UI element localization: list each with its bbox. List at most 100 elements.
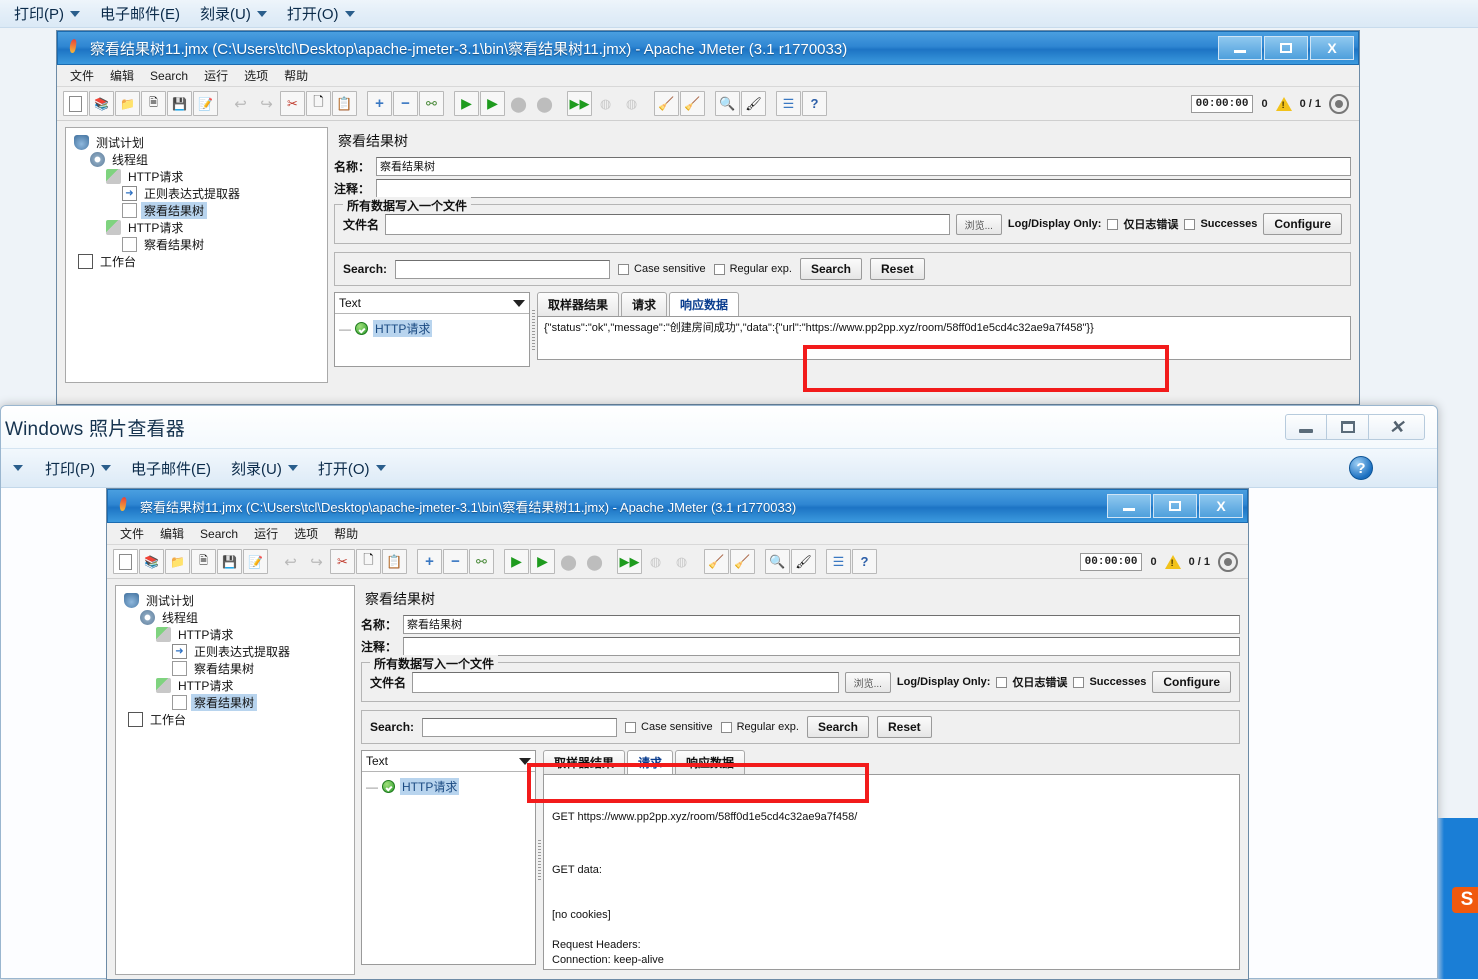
tab-response-data-bottom[interactable]: 响应数据 [675,750,746,774]
help-icon[interactable]: ? [852,549,877,574]
menu-help-top[interactable]: 帮助 [277,65,315,86]
configure-button-top[interactable]: Configure [1263,213,1342,235]
successes-box[interactable] [1073,676,1085,688]
sample-result-row-top[interactable]: — HTTP请求 [335,314,529,343]
minimize-button-top[interactable] [1218,36,1262,60]
tab-request-top[interactable]: 请求 [621,292,668,316]
tree-item[interactable]: ➜ 正则表达式提取器 [118,643,352,660]
errors-only-checkbox-bottom[interactable]: 仅日志错误 [996,674,1067,690]
maximize-button-photoviewer[interactable] [1327,414,1369,440]
chevron-down-icon[interactable] [513,299,525,307]
menu-help-bottom[interactable]: 帮助 [327,523,365,544]
chevron-down-icon[interactable] [519,757,531,765]
tree-item[interactable]: HTTP请求 [118,677,352,694]
test-plan-tree-top[interactable]: 测试计划 线程组 HTTP请求 ➜ 正则表达式提取器 察看结果树 HTTP请求 [65,127,328,383]
regular-exp-checkbox-bottom[interactable]: Regular exp. [720,721,799,733]
search-input-bottom[interactable] [422,717,618,737]
browse-button-bottom[interactable]: 浏览... [844,671,891,693]
filename-input-top[interactable] [385,213,950,235]
toolbar-item-burn[interactable]: 刻录(U) [221,456,308,481]
toolbar-item-open[interactable]: 打开(O) [308,456,396,481]
help-icon[interactable]: ? [802,91,827,116]
menu-file-bottom[interactable]: 文件 [113,523,151,544]
sample-result-row-bottom[interactable]: — HTTP请求 [362,772,535,801]
tab-sampler-result-bottom[interactable]: 取样器结果 [543,750,626,774]
clear-icon[interactable]: 🧹 [654,91,679,116]
tree-item[interactable]: HTTP请求 [118,626,352,643]
paste-icon[interactable]: 📋 [382,549,407,574]
scope-icon[interactable] [1329,93,1349,114]
request-data-text-bottom[interactable]: GET https://www.pp2pp.xyz/room/58ff0d1e5… [543,774,1240,970]
toolbar-item-print-top[interactable]: 打印(P) [4,1,90,26]
jmeter-titlebar-bottom[interactable]: 察看结果树11.jmx (C:\Users\tcl\Desktop\apache… [107,489,1248,523]
results-splitter-bottom[interactable] [536,750,543,970]
expand-icon[interactable]: + [417,549,442,574]
search-button-top[interactable]: Search [799,258,862,280]
close-icon[interactable]: 🗎 [141,91,166,116]
response-data-text-top[interactable]: {"status":"ok","message":"创建房间成功","data"… [537,316,1351,360]
start-icon[interactable]: ▶ [454,91,479,116]
successes-checkbox-top[interactable]: Successes [1184,218,1257,230]
render-selector-top[interactable]: Text [335,293,529,314]
toggle-icon[interactable]: ⚯ [419,91,444,116]
menu-options-bottom[interactable]: 选项 [287,523,325,544]
open-icon[interactable]: 📁 [115,91,140,116]
search-input-top[interactable] [395,259,611,279]
toolbar-item-print[interactable]: 打印(P) [35,456,121,481]
menu-search-top[interactable]: Search [143,67,195,85]
expand-icon[interactable]: + [367,91,392,116]
start-icon[interactable]: ▶ [504,549,529,574]
tree-item[interactable]: HTTP请求 [68,168,325,185]
start-no-pauses-icon[interactable]: ▶ [480,91,505,116]
case-sensitive-box[interactable] [618,263,630,275]
templates-icon[interactable]: 📚 [139,549,164,574]
reset-button-bottom[interactable]: Reset [876,716,932,738]
menu-edit-top[interactable]: 编辑 [103,65,141,86]
tree-item[interactable]: 察看结果树 [68,236,325,253]
filename-input-bottom[interactable] [412,671,839,693]
minimize-button-bottom[interactable] [1107,494,1151,518]
menu-run-top[interactable]: 运行 [197,65,235,86]
warning-triangle-icon[interactable] [1164,554,1181,569]
search-reset-icon[interactable]: 🖌 [741,91,766,116]
close-button-photoviewer[interactable]: ✕ [1369,414,1425,440]
test-plan-tree-bottom[interactable]: 测试计划 线程组 HTTP请求 ➜ 正则表达式提取器 察看结果树 HTTP请求 … [115,585,355,975]
reset-button-top[interactable]: Reset [869,258,925,280]
function-helper-icon[interactable]: ☰ [826,549,851,574]
new-icon[interactable] [63,91,88,116]
regular-exp-box[interactable] [720,721,732,733]
tree-item-selected[interactable]: 察看结果树 [68,202,325,219]
browse-button-top[interactable]: 浏览... [955,213,1002,235]
remote-start-all-icon[interactable]: ▶▶ [617,549,642,574]
help-icon[interactable]: ? [1349,456,1373,480]
maximize-button-bottom[interactable] [1153,494,1197,518]
new-icon[interactable] [113,549,138,574]
clear-all-icon[interactable]: 🧹 [680,91,705,116]
remote-start-all-icon[interactable]: ▶▶ [567,91,592,116]
function-helper-icon[interactable]: ☰ [776,91,801,116]
toolbar-item-open-top[interactable]: 打开(O) [277,1,365,26]
case-sensitive-checkbox-bottom[interactable]: Case sensitive [625,721,713,733]
toolbar-item-burn-top[interactable]: 刻录(U) [190,1,277,26]
save-icon[interactable]: 💾 [167,91,192,116]
errors-only-box[interactable] [996,676,1008,688]
regular-exp-checkbox-top[interactable]: Regular exp. [713,263,792,275]
toolbar-item-email[interactable]: 电子邮件(E) [121,456,221,481]
results-sample-list-top[interactable]: Text — HTTP请求 [334,292,530,367]
maximize-button-top[interactable] [1264,36,1308,60]
tree-item[interactable]: 测试计划 [118,592,352,609]
menu-options-top[interactable]: 选项 [237,65,275,86]
menu-edit-bottom[interactable]: 编辑 [153,523,191,544]
successes-box[interactable] [1184,218,1196,230]
close-icon[interactable]: 🗎 [191,549,216,574]
tab-sampler-result-top[interactable]: 取样器结果 [537,292,620,316]
toggle-icon[interactable]: ⚯ [469,549,494,574]
tree-item[interactable]: ➜ 正则表达式提取器 [68,185,325,202]
open-icon[interactable]: 📁 [165,549,190,574]
toolbar-item-email-top[interactable]: 电子邮件(E) [90,1,190,26]
results-splitter-top[interactable] [530,292,537,367]
save-as-icon[interactable]: 📝 [193,91,218,116]
tree-item[interactable]: 线程组 [118,609,352,626]
paste-icon[interactable]: 📋 [332,91,357,116]
copy-icon[interactable]: 🗋 [306,91,331,116]
